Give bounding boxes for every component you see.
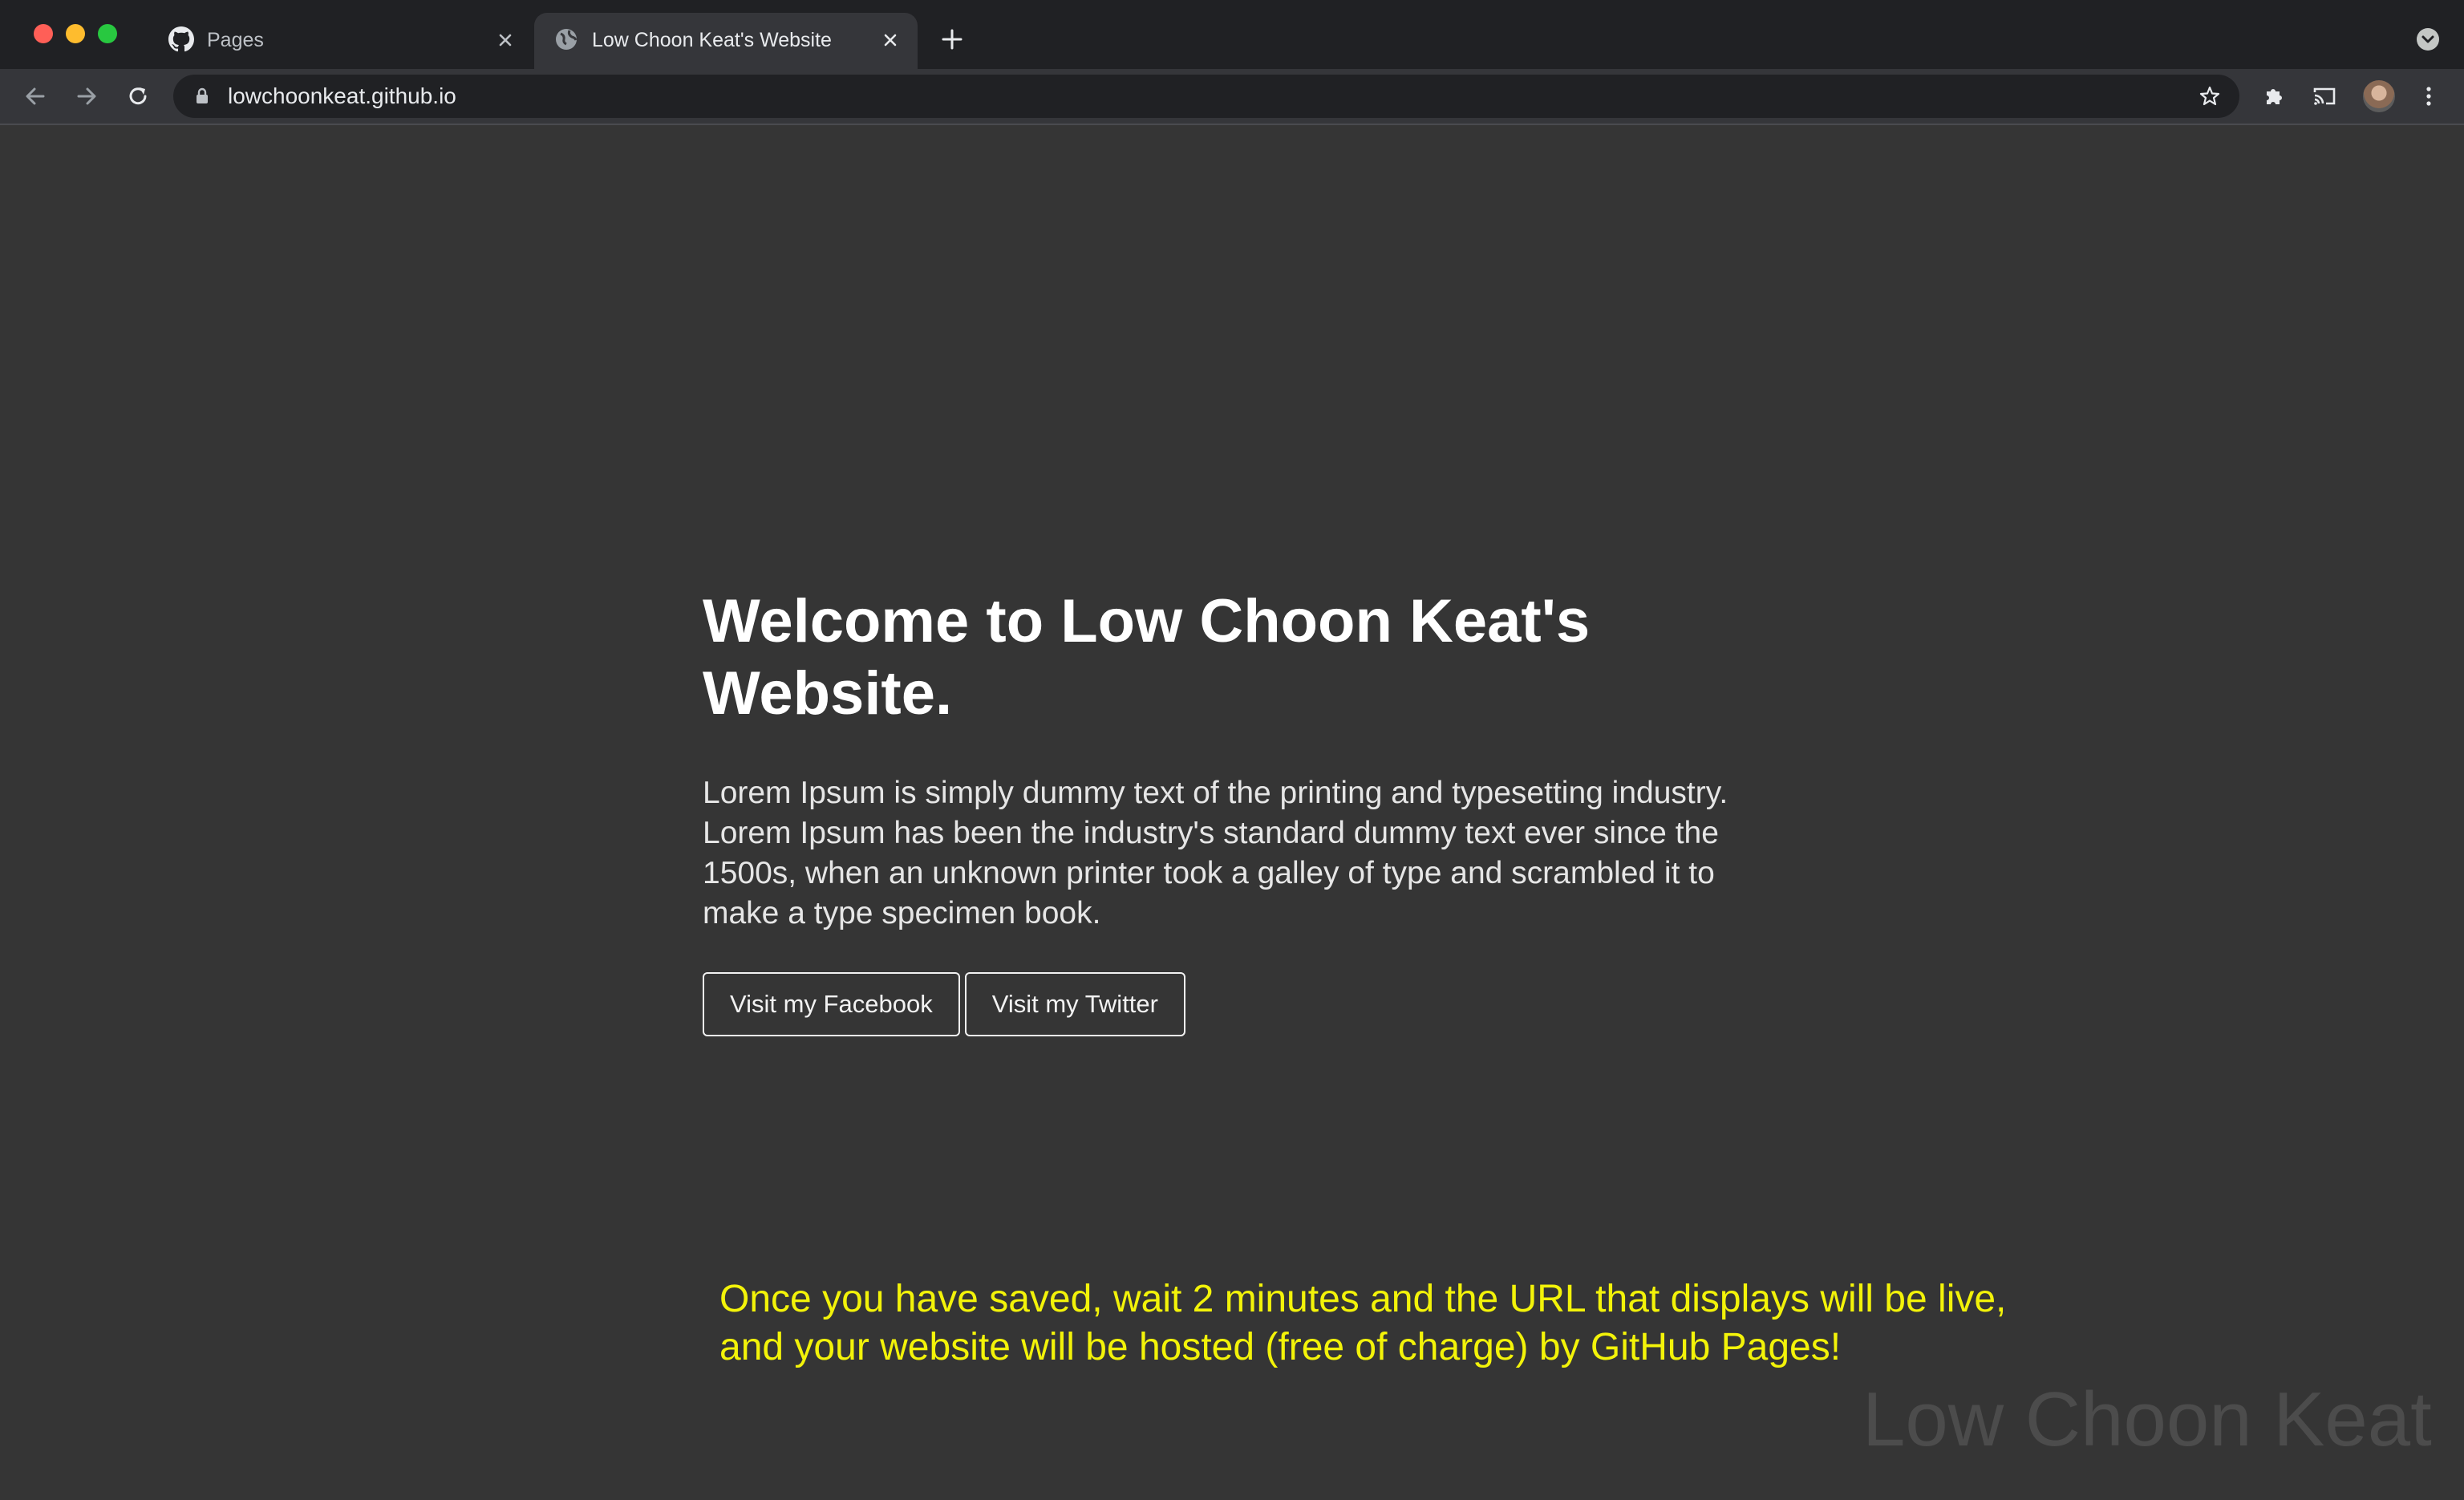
cast-icon[interactable] [2310, 82, 2339, 111]
close-icon[interactable] [877, 27, 903, 53]
tab-strip: Pages Low Choon Keat's Website [0, 0, 2464, 69]
more-menu-icon[interactable] [2414, 82, 2443, 111]
forward-arrow-icon[interactable] [72, 82, 101, 111]
browser-window: Pages Low Choon Keat's Website lowchoonk… [0, 0, 2464, 1500]
tab-title: Low Choon Keat's Website [592, 29, 832, 51]
extensions-puzzle-icon[interactable] [2260, 82, 2289, 111]
twitter-button[interactable]: Visit my Twitter [964, 972, 1185, 1036]
overlay-caption: Once you have saved, wait 2 minutes and … [719, 1278, 2007, 1368]
reload-icon[interactable] [124, 82, 152, 111]
watermark-text: Low Choon Keat [1862, 1376, 2432, 1462]
lock-icon[interactable] [192, 87, 212, 106]
hero-section: Welcome to Low Choon Keat's Website. Lor… [703, 586, 1793, 1036]
social-buttons: Visit my Facebook Visit my Twitter [703, 972, 1793, 1036]
back-arrow-icon[interactable] [21, 82, 50, 111]
page-heading: Welcome to Low Choon Keat's Website. [703, 587, 1591, 728]
window-maximize-button[interactable] [98, 24, 117, 43]
tab-pages[interactable]: Pages [149, 13, 533, 69]
facebook-button[interactable]: Visit my Facebook [703, 972, 960, 1036]
browser-toolbar: lowchoonkeat.github.io [0, 69, 2464, 125]
tab-search-icon[interactable] [2416, 27, 2440, 51]
profile-avatar[interactable] [2363, 80, 2395, 112]
window-minimize-button[interactable] [66, 24, 85, 43]
address-bar[interactable]: lowchoonkeat.github.io [173, 75, 2239, 118]
url-text[interactable]: lowchoonkeat.github.io [228, 83, 456, 109]
close-icon[interactable] [492, 27, 518, 53]
github-icon [168, 26, 194, 52]
tab-title: Pages [207, 29, 264, 51]
tab-website[interactable]: Low Choon Keat's Website [534, 13, 918, 69]
new-tab-button[interactable] [938, 26, 966, 53]
globe-icon [556, 29, 578, 50]
window-close-button[interactable] [34, 24, 53, 43]
intro-paragraph: Lorem Ipsum is simply dummy text of the … [703, 776, 1728, 930]
bookmark-star-icon[interactable] [2198, 84, 2222, 108]
